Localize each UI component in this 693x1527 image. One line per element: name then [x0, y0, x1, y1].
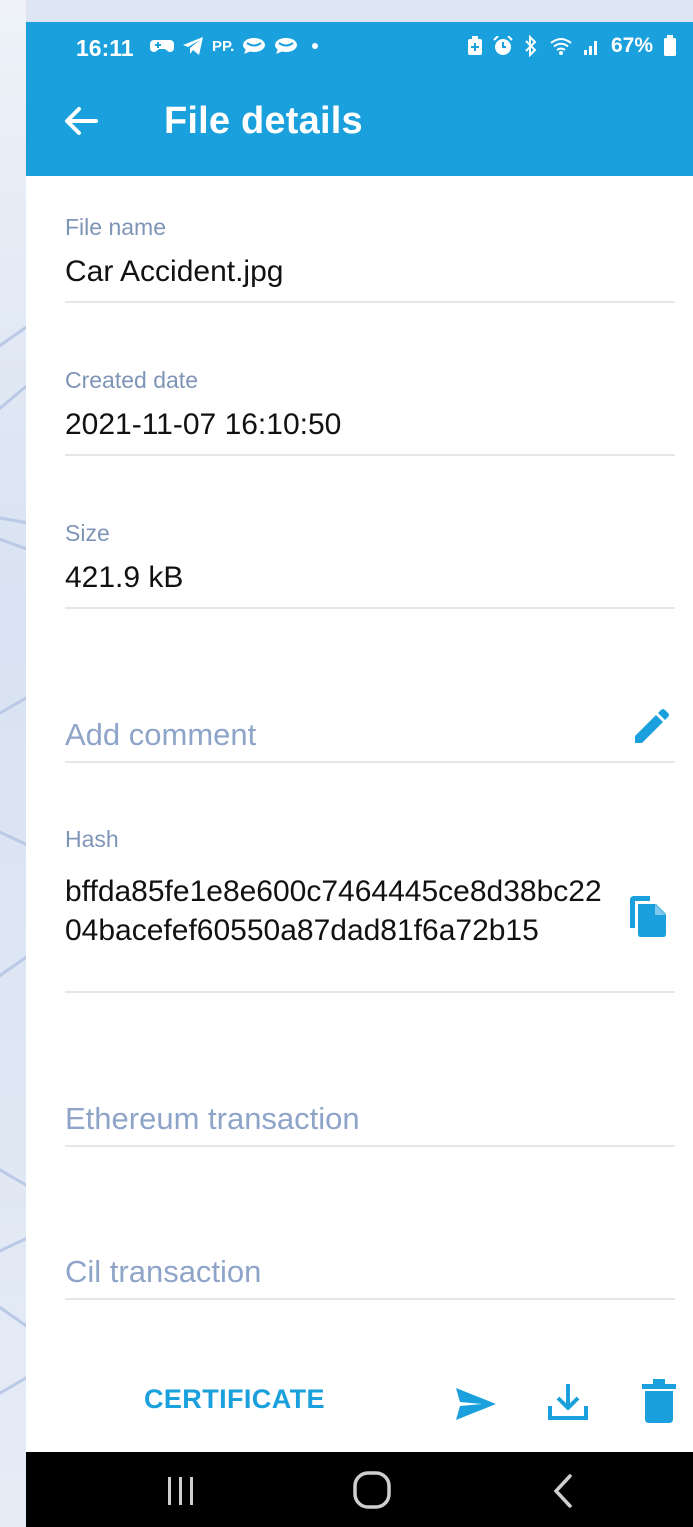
battery-percent: 67%: [610, 34, 653, 57]
recents-icon[interactable]: [164, 1474, 198, 1508]
divider: [65, 454, 675, 456]
file-name-label: File name: [65, 214, 166, 240]
action-bar: CERTIFICATE: [26, 1362, 693, 1452]
dot-icon: [312, 43, 319, 49]
telegram-icon: [183, 37, 203, 55]
gamepad-icon: [150, 40, 174, 52]
app-bar: File details: [26, 70, 693, 176]
divider: [65, 301, 675, 303]
file-name-value: Car Accident.jpg: [65, 255, 284, 288]
certificate-button[interactable]: CERTIFICATE: [144, 1384, 325, 1415]
background-decoration: [0, 0, 26, 1527]
chat-bubble-icon: [275, 38, 298, 54]
trash-icon[interactable]: [640, 1378, 678, 1424]
created-date-value: 2021-11-07 16:10:50: [65, 408, 342, 441]
wifi-icon: [550, 38, 572, 55]
add-comment-input[interactable]: Add comment: [65, 717, 256, 753]
created-date-field: Created date 2021-11-07 16:10:50: [65, 367, 675, 442]
divider: [65, 761, 675, 763]
page-title: File details: [164, 100, 363, 142]
battery-icon: [664, 35, 676, 56]
status-time: 16:11: [76, 35, 134, 61]
pp-icon: PP.: [212, 37, 235, 55]
alarm-icon: [493, 36, 513, 55]
divider: [65, 607, 675, 609]
hash-label: Hash: [65, 826, 119, 852]
size-field: Size 421.9 kB: [65, 520, 675, 595]
cil-transaction-field[interactable]: Cil transaction: [65, 1254, 261, 1290]
bluetooth-icon: [525, 35, 537, 57]
signal-icon: [583, 41, 597, 55]
notification-icons: PP.: [150, 36, 320, 56]
chat-bubble-icon: [243, 38, 266, 54]
ethereum-transaction-field[interactable]: Ethereum transaction: [65, 1101, 360, 1137]
home-icon[interactable]: [352, 1470, 392, 1510]
pencil-icon[interactable]: [630, 708, 670, 748]
file-name-field: File name Car Accident.jpg: [65, 214, 675, 289]
battery-saver-icon: [467, 36, 482, 55]
phone-screen: 16:11 PP. 67% File details File name Car…: [26, 22, 693, 1527]
hash-value: bffda85fe1e8e600c7464445ce8d38bc2204bace…: [65, 875, 602, 947]
arrow-left-icon[interactable]: [60, 100, 102, 142]
download-icon[interactable]: [546, 1380, 590, 1424]
system-status-icons: 67%: [467, 34, 677, 58]
created-date-label: Created date: [65, 367, 198, 393]
divider: [65, 1145, 675, 1147]
divider: [65, 991, 675, 993]
status-bar: 16:11 PP. 67%: [26, 22, 693, 70]
back-chevron-icon[interactable]: [548, 1472, 578, 1510]
size-value: 421.9 kB: [65, 561, 184, 594]
copy-icon[interactable]: [628, 894, 668, 938]
system-navigation-bar: [26, 1452, 693, 1527]
send-icon[interactable]: [454, 1382, 498, 1426]
divider: [65, 1298, 675, 1300]
size-label: Size: [65, 520, 110, 546]
